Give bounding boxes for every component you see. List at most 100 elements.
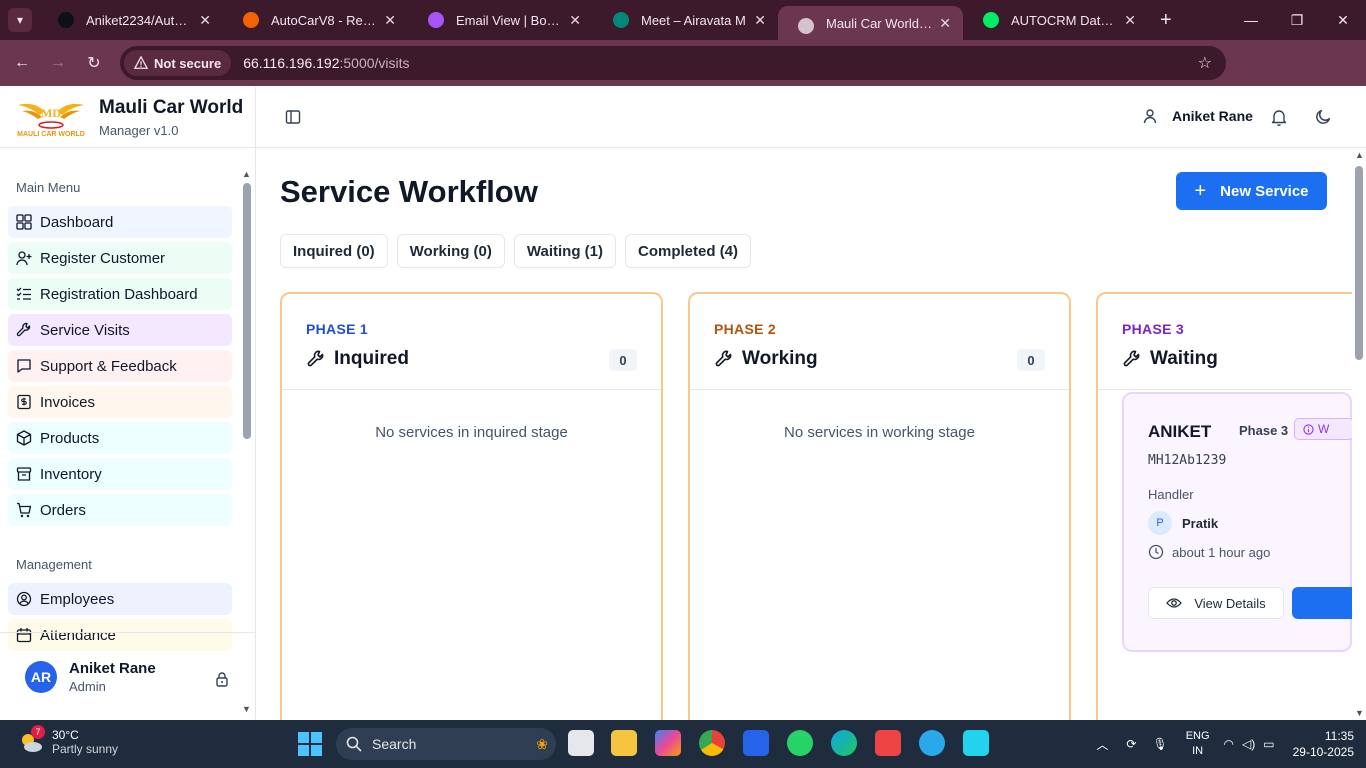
browser-tab[interactable]: Aniket2234/AutoCarV ✕ <box>38 0 223 40</box>
column-title: Inquired <box>306 348 409 370</box>
notepad-icon[interactable] <box>963 730 989 756</box>
tray-expand-icon[interactable]: ︿ <box>1096 736 1108 753</box>
back-icon[interactable]: ← <box>4 54 40 72</box>
scroll-down-icon[interactable]: ▼ <box>1355 708 1364 718</box>
info-icon <box>1303 423 1314 435</box>
users-icon <box>16 591 32 607</box>
page-scrollbar[interactable]: ▲ ▼ <box>1352 148 1366 720</box>
filter-tab[interactable]: Waiting (1) <box>513 234 617 268</box>
tab-close-icon[interactable]: ✕ <box>754 12 766 29</box>
scroll-up-icon[interactable]: ▲ <box>242 169 251 179</box>
filter-tab[interactable]: Working (0) <box>396 234 505 268</box>
security-chip[interactable]: Not secure <box>124 50 232 76</box>
plus-icon: + <box>1194 179 1207 202</box>
wifi-icon[interactable]: ◠ <box>1224 737 1234 751</box>
tab-close-icon[interactable]: ✕ <box>384 12 396 29</box>
bookmark-star-icon[interactable]: ☆ <box>1198 53 1212 73</box>
new-tab-icon[interactable]: + <box>1160 9 1172 32</box>
youtube-icon[interactable] <box>875 730 901 756</box>
page-scroll-thumb[interactable] <box>1355 166 1363 360</box>
wrench-icon <box>307 350 324 367</box>
chrome-icon[interactable] <box>699 730 725 756</box>
window-controls: — ❐ ✕ <box>1228 0 1366 40</box>
filter-tab[interactable]: Inquired (0) <box>280 234 388 268</box>
taskbar-search[interactable]: Search ❀ <box>336 728 556 760</box>
user-role: Admin <box>69 678 106 694</box>
temperature: 30°C <box>52 728 79 742</box>
clock[interactable]: 11:35 29-10-2025 <box>1293 728 1354 760</box>
archive-icon <box>16 466 32 482</box>
column-title: Working <box>714 348 818 370</box>
browser-tab[interactable]: AutoCarV8 - Replit ✕ <box>223 0 408 40</box>
column-count: 0 <box>609 349 637 371</box>
user-name: Aniket Rane <box>69 659 156 677</box>
sidebar-item-inventory[interactable]: Inventory <box>8 458 232 490</box>
edge-icon[interactable] <box>831 730 857 756</box>
handler-avatar: P <box>1148 511 1172 535</box>
moon-icon[interactable] <box>1315 108 1332 125</box>
sidebar-item-registration-dashboard[interactable]: Registration Dashboard <box>8 278 232 310</box>
whatsapp-icon[interactable] <box>787 730 813 756</box>
sidebar-scroll-thumb[interactable] <box>243 183 251 439</box>
view-details-button[interactable]: View Details <box>1148 587 1284 619</box>
sidebar-item-label: Products <box>40 429 100 447</box>
system-tray: ︿ ⟳ 🎙 ENG IN ◠ ◁) ▭ 11:35 29-10-2025 <box>1096 720 1366 768</box>
service-card[interactable]: ANIKET Phase 3 W MH12Ab1239 Handler P Pr… <box>1122 392 1352 652</box>
tab-close-icon[interactable]: ✕ <box>199 12 211 29</box>
browser-tab[interactable]: Email View | Boomlify ✕ <box>408 0 593 40</box>
tab-search-button[interactable]: ▾ <box>8 8 32 32</box>
scroll-up-icon[interactable]: ▲ <box>1355 150 1364 160</box>
reload-icon[interactable]: ↻ <box>76 53 112 73</box>
sidebar-item-label: Support & Feedback <box>40 357 177 375</box>
tab-close-icon[interactable]: ✕ <box>569 12 581 29</box>
column-count: 0 <box>1017 349 1045 371</box>
volume-icon[interactable]: ◁) <box>1242 737 1255 751</box>
sidebar-item-orders[interactable]: Orders <box>8 494 232 526</box>
telegram-icon[interactable] <box>919 730 945 756</box>
sidebar-item-dashboard[interactable]: Dashboard <box>8 206 232 238</box>
task-view-icon[interactable] <box>568 730 594 756</box>
address-bar[interactable]: Not secure 66.116.196.192:5000/visits ☆ <box>120 46 1226 80</box>
file-explorer-icon[interactable] <box>611 730 637 756</box>
sidebar-item-invoices[interactable]: Invoices <box>8 386 232 418</box>
sidebar-item-support-feedback[interactable]: Support & Feedback <box>8 350 232 382</box>
maximize-icon[interactable]: ❐ <box>1274 0 1320 40</box>
browser-tab[interactable]: AUTOCRM Data | Clo ✕ <box>963 0 1148 40</box>
filter-tab[interactable]: Completed (4) <box>625 234 752 268</box>
tab-close-icon[interactable]: ✕ <box>1124 12 1136 29</box>
main-menu-title: Main Menu <box>16 180 81 195</box>
cart-icon <box>16 502 32 518</box>
user-icon <box>1143 109 1157 124</box>
lock-icon[interactable] <box>214 671 230 687</box>
copilot-icon[interactable] <box>655 730 681 756</box>
store-icon[interactable] <box>743 730 769 756</box>
language-indicator[interactable]: ENG IN <box>1186 729 1210 759</box>
close-window-icon[interactable]: ✕ <box>1320 0 1366 40</box>
sync-icon[interactable]: ⟳ <box>1126 737 1136 751</box>
topbar-user[interactable]: Aniket Rane <box>1142 108 1253 124</box>
new-service-button[interactable]: + New Service <box>1176 172 1327 210</box>
os-taskbar: 7 30°C Partly sunny Search ❀ ︿ ⟳ 🎙 ENG I… <box>0 720 1366 768</box>
forward-icon[interactable]: → <box>40 54 76 72</box>
windows-start-icon[interactable] <box>298 732 322 756</box>
advance-phase-button[interactable] <box>1292 587 1352 619</box>
tab-close-icon[interactable]: ✕ <box>939 15 951 32</box>
browser-tab[interactable]: Mauli Car World - Ca ✕ <box>778 6 963 40</box>
mic-icon[interactable]: 🎙 <box>1152 737 1167 751</box>
bell-icon[interactable] <box>1271 108 1287 126</box>
user-plus-icon <box>16 250 32 266</box>
battery-icon[interactable]: ▭ <box>1263 737 1274 751</box>
browser-tab[interactable]: Meet – Airavata M ✕ <box>593 0 778 40</box>
weather-widget[interactable]: 7 30°C Partly sunny <box>18 725 118 756</box>
sidebar-item-products[interactable]: Products <box>8 422 232 454</box>
logo-mark: MD <box>41 106 61 120</box>
sidebar-item-employees[interactable]: Employees <box>8 583 232 615</box>
sidebar-toggle-icon[interactable] <box>285 109 301 125</box>
handler: P Pratik <box>1148 511 1218 535</box>
sidebar-item-service-visits[interactable]: Service Visits <box>8 314 232 346</box>
customer-name: ANIKET <box>1148 422 1212 441</box>
vehicle-plate: MH12Ab1239 <box>1148 453 1227 468</box>
minimize-icon[interactable]: — <box>1228 0 1274 40</box>
url-text[interactable]: 66.116.196.192:5000/visits <box>243 55 409 71</box>
sidebar-item-register-customer[interactable]: Register Customer <box>8 242 232 274</box>
